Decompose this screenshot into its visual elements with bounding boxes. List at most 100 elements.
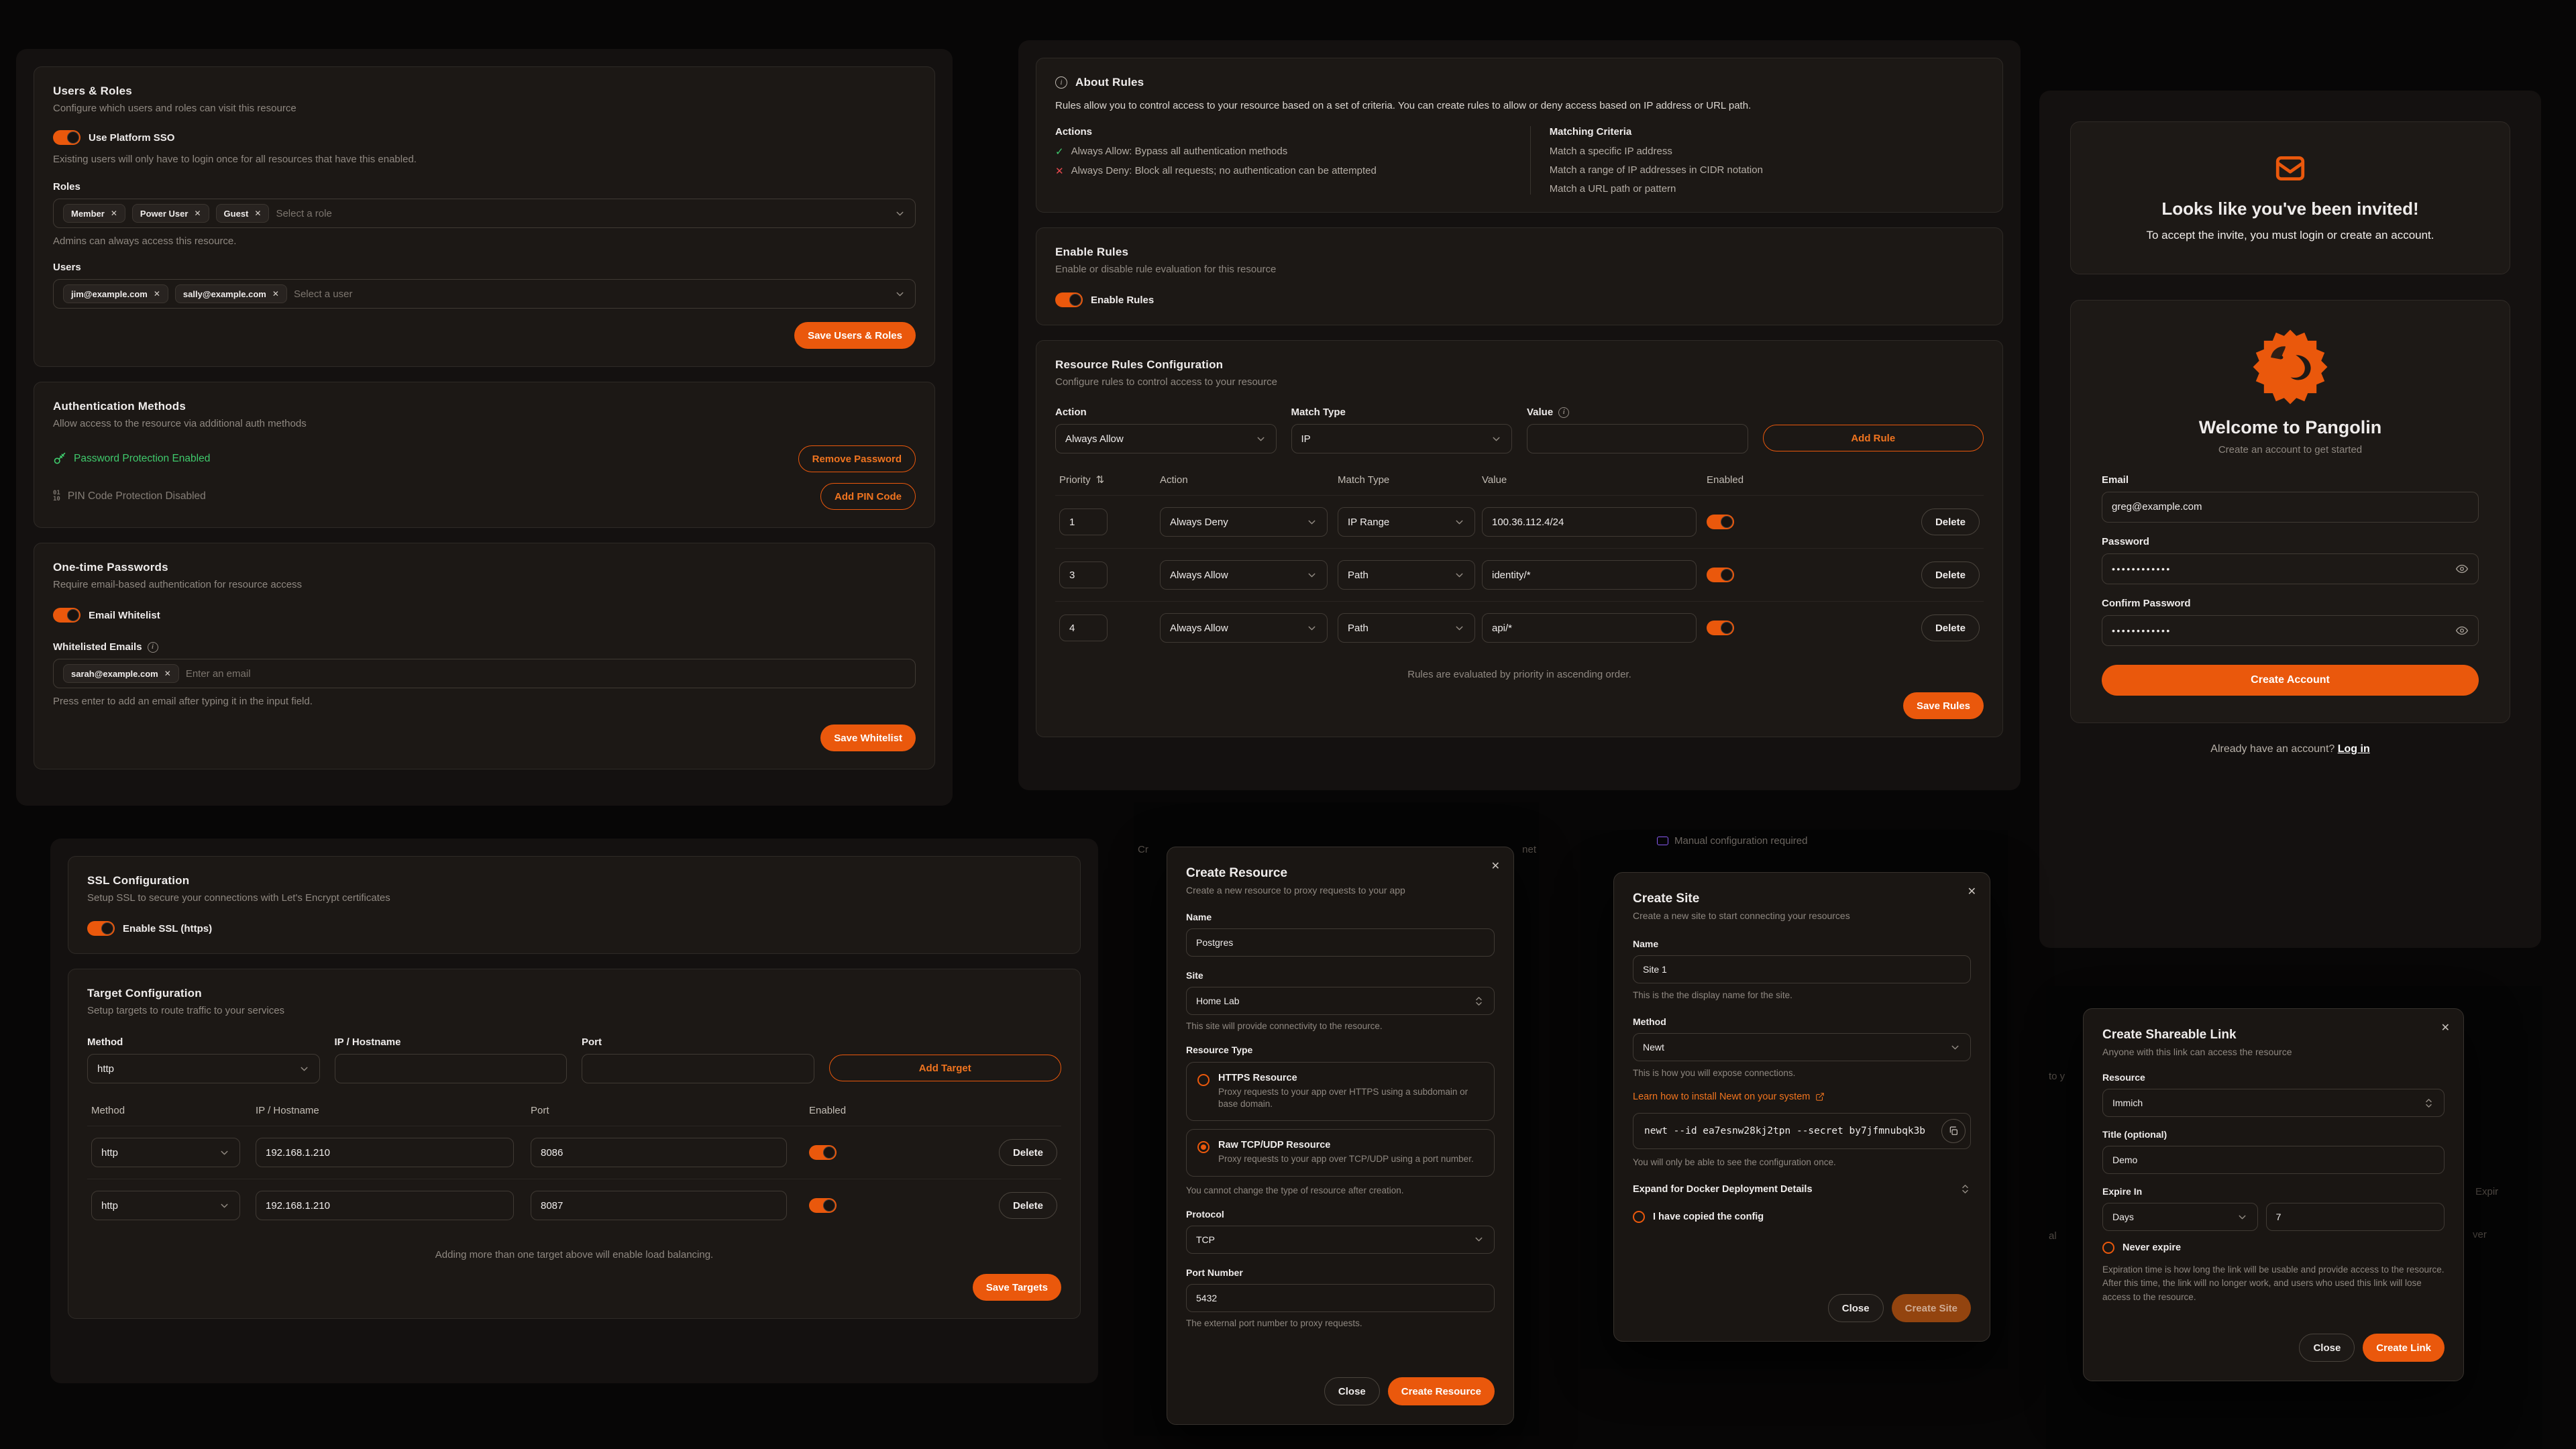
add-target-button[interactable]: Add Target [829, 1055, 1062, 1081]
priority-input[interactable]: 1 [1059, 508, 1108, 535]
create-link-button[interactable]: Create Link [2363, 1334, 2445, 1362]
install-newt-link[interactable]: Learn how to install Newt on your system [1633, 1091, 1971, 1102]
user-chip[interactable]: jim@example.com✕ [63, 284, 168, 303]
port-input[interactable] [582, 1054, 814, 1083]
match-type-select[interactable]: IP [1291, 424, 1513, 453]
save-rules-button[interactable]: Save Rules [1903, 692, 1984, 719]
expire-unit-select[interactable]: Days [2102, 1203, 2258, 1231]
docker-details-expander[interactable]: Expand for Docker Deployment Details [1633, 1183, 1971, 1195]
ip-hostname-input[interactable] [335, 1054, 568, 1083]
port-number-input[interactable]: 5432 [1186, 1284, 1495, 1312]
remove-chip-icon[interactable]: ✕ [272, 289, 279, 299]
method-select[interactable]: http [87, 1054, 320, 1083]
remove-chip-icon[interactable]: ✕ [111, 209, 117, 218]
target-method-select[interactable]: http [91, 1191, 240, 1220]
rule-enabled-toggle[interactable] [1707, 568, 1734, 582]
create-account-button[interactable]: Create Account [2102, 665, 2479, 696]
confirm-password-field[interactable]: •••••••••••• [2102, 615, 2479, 646]
rule-match-select[interactable]: Path [1338, 613, 1475, 643]
close-button[interactable]: Close [2299, 1334, 2355, 1362]
remove-chip-icon[interactable]: ✕ [164, 669, 171, 678]
save-targets-button[interactable]: Save Targets [973, 1274, 1061, 1301]
target-port-input[interactable]: 8086 [531, 1138, 787, 1167]
method-select[interactable]: Newt [1633, 1033, 1971, 1061]
role-chip[interactable]: Power User✕ [132, 204, 209, 223]
close-button[interactable]: Close [1324, 1377, 1380, 1405]
priority-header[interactable]: Priority⇅ [1059, 474, 1160, 486]
users-multiselect[interactable]: jim@example.com✕ sally@example.com✕ Sele… [53, 279, 916, 309]
target-ip-input[interactable]: 192.168.1.210 [256, 1138, 514, 1167]
radio-icon[interactable] [1633, 1211, 1645, 1223]
create-site-button[interactable]: Create Site [1892, 1294, 1971, 1322]
rule-match-select[interactable]: Path [1338, 560, 1475, 590]
create-resource-button[interactable]: Create Resource [1388, 1377, 1495, 1405]
radio-icon[interactable] [2102, 1242, 2114, 1254]
rule-match-select[interactable]: IP Range [1338, 507, 1475, 537]
close-button[interactable]: Close [1828, 1294, 1884, 1322]
target-method-select[interactable]: http [91, 1138, 240, 1167]
save-users-roles-button[interactable]: Save Users & Roles [794, 322, 916, 349]
delete-rule-button[interactable]: Delete [1921, 614, 1980, 641]
eye-icon[interactable] [2455, 562, 2469, 576]
target-port-input[interactable]: 8087 [531, 1191, 787, 1220]
site-select[interactable]: Home Lab [1186, 987, 1495, 1015]
email-whitelist-toggle[interactable] [53, 608, 80, 623]
newt-config-code[interactable]: newt --id ea7esnw28kj2tpn --secret by7jf… [1633, 1113, 1971, 1149]
delete-target-button[interactable]: Delete [999, 1139, 1057, 1166]
target-enabled-toggle[interactable] [809, 1145, 837, 1160]
save-whitelist-button[interactable]: Save Whitelist [820, 724, 916, 751]
close-icon[interactable]: ✕ [2441, 1021, 2450, 1034]
enable-ssl-toggle[interactable] [87, 921, 115, 936]
never-expire-option[interactable]: Never expire [2102, 1242, 2445, 1254]
expire-value-input[interactable]: 7 [2266, 1203, 2445, 1231]
rule-value-input[interactable]: api/* [1482, 613, 1697, 643]
target-enabled-toggle[interactable] [809, 1198, 837, 1213]
email-field[interactable]: greg@example.com [2102, 492, 2479, 523]
info-icon[interactable]: i [1558, 407, 1569, 418]
action-select[interactable]: Always Allow [1055, 424, 1277, 453]
password-field[interactable]: •••••••••••• [2102, 553, 2479, 584]
radio-icon[interactable] [1197, 1074, 1210, 1086]
rule-action-select[interactable]: Always Allow [1160, 613, 1328, 643]
priority-input[interactable]: 4 [1059, 614, 1108, 641]
remove-chip-icon[interactable]: ✕ [154, 289, 160, 299]
rule-value-input[interactable]: identity/* [1482, 560, 1697, 590]
radio-selected-icon[interactable] [1197, 1141, 1210, 1153]
close-icon[interactable]: ✕ [1491, 859, 1500, 873]
platform-sso-toggle[interactable] [53, 130, 80, 145]
resource-name-input[interactable]: Postgres [1186, 928, 1495, 957]
delete-rule-button[interactable]: Delete [1921, 508, 1980, 535]
target-ip-input[interactable]: 192.168.1.210 [256, 1191, 514, 1220]
whitelist-email-input[interactable]: sarah@example.com✕ Enter an email [53, 659, 916, 688]
value-input[interactable] [1527, 424, 1748, 453]
role-chip[interactable]: Member✕ [63, 204, 125, 223]
remove-password-button[interactable]: Remove Password [798, 445, 916, 472]
rule-action-select[interactable]: Always Deny [1160, 507, 1328, 537]
rule-enabled-toggle[interactable] [1707, 621, 1734, 635]
user-chip[interactable]: sally@example.com✕ [175, 284, 287, 303]
resource-select[interactable]: Immich [2102, 1089, 2445, 1117]
rule-action-select[interactable]: Always Allow [1160, 560, 1328, 590]
close-icon[interactable]: ✕ [1968, 885, 1976, 898]
https-resource-option[interactable]: HTTPS Resource Proxy requests to your ap… [1186, 1062, 1495, 1121]
add-rule-button[interactable]: Add Rule [1763, 425, 1984, 451]
rule-value-input[interactable]: 100.36.112.4/24 [1482, 507, 1697, 537]
roles-multiselect[interactable]: Member✕ Power User✕ Guest✕ Select a role [53, 199, 916, 228]
role-chip[interactable]: Guest✕ [216, 204, 270, 223]
enable-rules-toggle[interactable] [1055, 292, 1083, 307]
remove-chip-icon[interactable]: ✕ [254, 209, 261, 218]
remove-chip-icon[interactable]: ✕ [194, 209, 201, 218]
delete-target-button[interactable]: Delete [999, 1192, 1057, 1219]
email-chip[interactable]: sarah@example.com✕ [63, 664, 179, 683]
copy-button[interactable] [1941, 1119, 1966, 1143]
add-pin-code-button[interactable]: Add PIN Code [820, 483, 916, 510]
login-link[interactable]: Log in [2338, 743, 2370, 755]
tcp-udp-resource-option[interactable]: Raw TCP/UDP Resource Proxy requests to y… [1186, 1129, 1495, 1176]
eye-icon[interactable] [2455, 624, 2469, 637]
protocol-select[interactable]: TCP [1186, 1226, 1495, 1254]
link-title-input[interactable]: Demo [2102, 1146, 2445, 1174]
rule-enabled-toggle[interactable] [1707, 515, 1734, 529]
site-name-input[interactable]: Site 1 [1633, 955, 1971, 983]
delete-rule-button[interactable]: Delete [1921, 561, 1980, 588]
copied-config-option[interactable]: I have copied the config [1633, 1211, 1971, 1223]
